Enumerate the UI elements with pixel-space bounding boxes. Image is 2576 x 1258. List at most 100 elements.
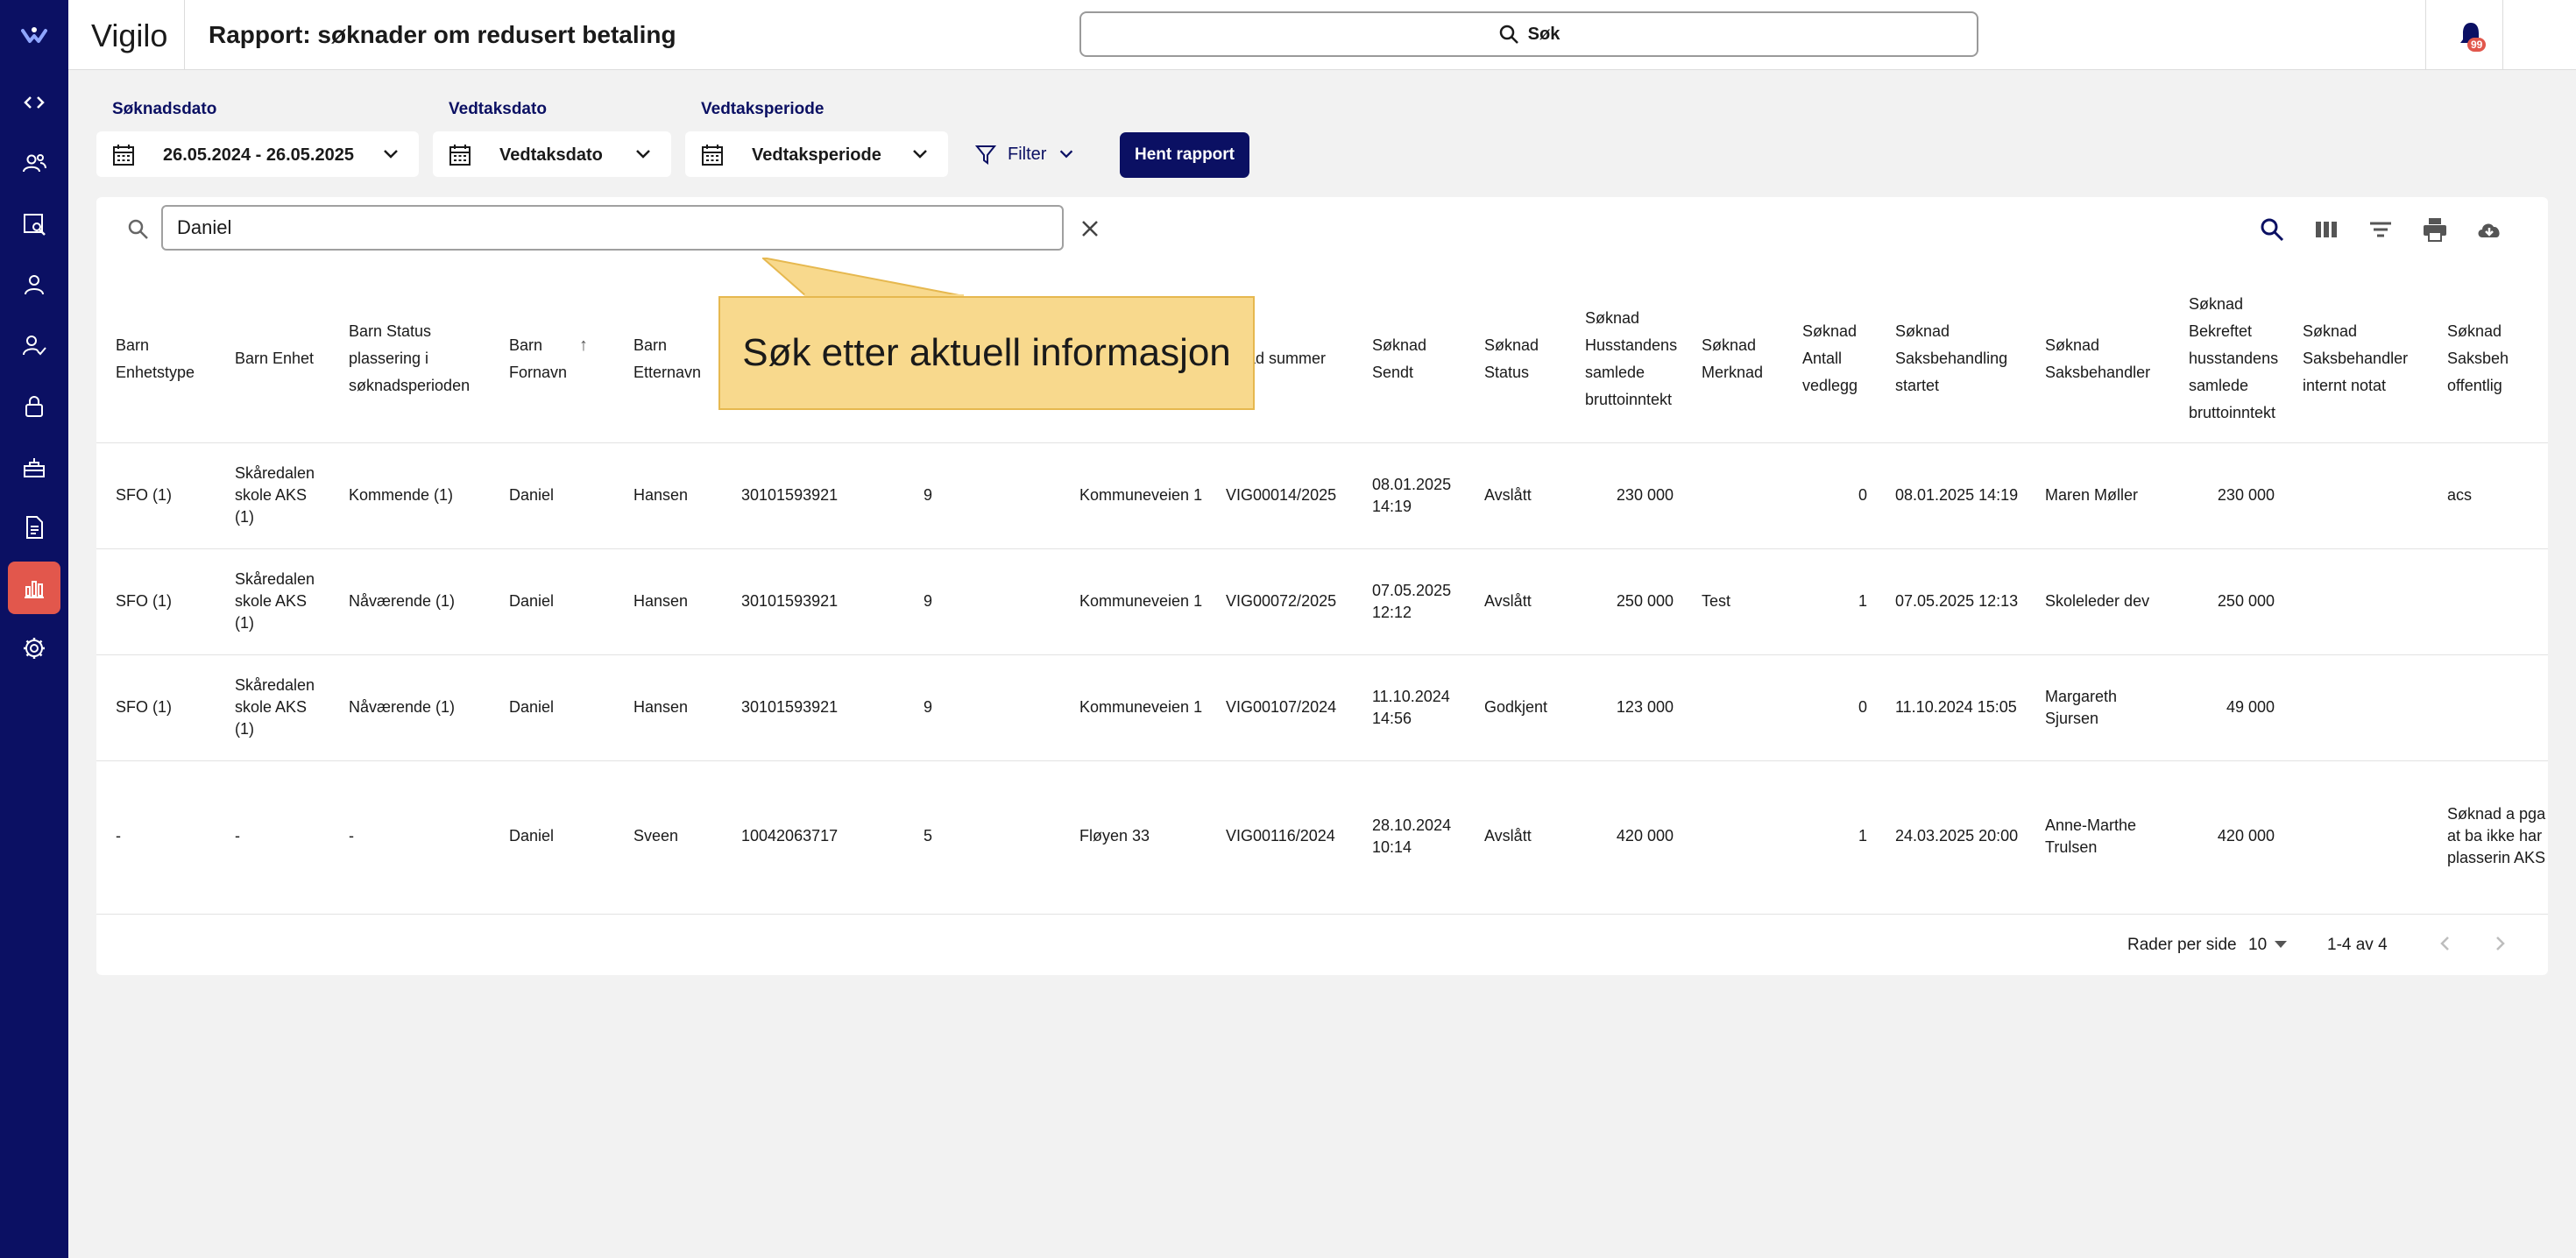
chevron-left-icon[interactable] bbox=[2432, 930, 2459, 957]
person-icon[interactable] bbox=[17, 267, 52, 302]
table-cell: 250 000 bbox=[2169, 548, 2283, 654]
table-row[interactable]: SFO (1) Skåredalen skole AKS (1) Nåværen… bbox=[96, 654, 2548, 760]
column-header[interactable]: Barn Etternavn bbox=[614, 276, 722, 442]
soknadsdato-select[interactable]: 26.05.2024 - 26.05.2025 bbox=[96, 131, 419, 177]
table-cell: Skåredalen skole AKS (1) bbox=[216, 654, 329, 760]
column-header[interactable]: Søknad Saksbeh offentlig bbox=[2428, 276, 2548, 442]
document-icon[interactable] bbox=[17, 510, 52, 545]
report-table: Barn Enhetstype Barn Enhet Barn Status p… bbox=[96, 276, 2548, 912]
search-icon[interactable] bbox=[2257, 215, 2287, 244]
lunchbox-icon[interactable] bbox=[17, 449, 52, 484]
table-cell: Anne-Marthe Trulsen bbox=[2026, 760, 2169, 912]
chevron-down-icon bbox=[636, 150, 650, 159]
global-search-label: Søk bbox=[1527, 24, 1560, 44]
soknadsdato-label: Søknadsdato bbox=[112, 100, 217, 118]
table-cell: Margareth Sjursen bbox=[2026, 654, 2169, 760]
person-check-icon[interactable] bbox=[17, 328, 52, 363]
table-cell: Daniel bbox=[490, 442, 614, 548]
table-cell: VIG00014/2025 bbox=[1207, 442, 1353, 548]
table-cell bbox=[2283, 654, 2428, 760]
table-row[interactable]: SFO (1) Skåredalen skole AKS (1) Nåværen… bbox=[96, 548, 2548, 654]
column-header[interactable]: Søknad Husstandens samlede bruttoinntekt bbox=[1566, 276, 1682, 442]
cloud-download-icon[interactable] bbox=[2474, 215, 2504, 244]
table-cell: Hansen bbox=[614, 654, 722, 760]
table-row[interactable]: SFO (1) Skåredalen skole AKS (1) Kommend… bbox=[96, 442, 2548, 548]
table-cell: Avslått bbox=[1465, 548, 1566, 654]
column-header[interactable]: Barn Enhetstype bbox=[96, 276, 216, 442]
column-header[interactable]: Søknad Saksbehandling startet bbox=[1876, 276, 2026, 442]
column-header-sorted[interactable]: Barn Fornavn ↑ bbox=[490, 276, 614, 442]
filter-list-icon[interactable] bbox=[2366, 215, 2396, 244]
table-cell: 9 bbox=[904, 548, 1060, 654]
rows-per-page-select[interactable]: 10 bbox=[2248, 936, 2267, 955]
close-icon[interactable] bbox=[1078, 216, 1102, 241]
table-cell: Avslått bbox=[1465, 442, 1566, 548]
table-cell: 07.05.2025 12:12 bbox=[1353, 548, 1465, 654]
table-cell: 07.05.2025 12:13 bbox=[1876, 548, 2026, 654]
table-cell: Godkjent bbox=[1465, 654, 1566, 760]
table-cell: Skoleleder dev bbox=[2026, 548, 2169, 654]
vedtaksperiode-label: Vedtaksperiode bbox=[701, 100, 824, 118]
column-header[interactable]: Søknad Bekreftet husstandens samlede bru… bbox=[2169, 276, 2283, 442]
table-cell: Søknad a pga at ba ikke har plasserin AK… bbox=[2428, 760, 2548, 912]
filter-button[interactable]: Filter bbox=[974, 131, 1076, 177]
column-header[interactable]: Barn Status plassering i søknadsperioden bbox=[329, 276, 490, 442]
table-cell: 230 000 bbox=[1566, 442, 1682, 548]
table-cell: 08.01.2025 14:19 bbox=[1876, 442, 2026, 548]
table-cell: 49 000 bbox=[2169, 654, 2283, 760]
hent-rapport-button[interactable]: Hent rapport bbox=[1120, 132, 1249, 178]
global-search-button[interactable]: Søk bbox=[1079, 11, 1978, 57]
report-card: Barn Enhetstype Barn Enhet Barn Status p… bbox=[96, 197, 2548, 975]
table-cell: 230 000 bbox=[2169, 442, 2283, 548]
table-cell: 0 bbox=[1783, 442, 1876, 548]
caret-down-icon[interactable] bbox=[2275, 941, 2287, 948]
table-cell: 420 000 bbox=[2169, 760, 2283, 912]
table-pagination: Rader per side 10 1-4 av 4 bbox=[96, 914, 2548, 975]
column-header[interactable]: Søknad Sendt bbox=[1353, 276, 1465, 442]
column-header[interactable]: Søknad Merknad bbox=[1682, 276, 1783, 442]
divider bbox=[184, 0, 185, 70]
column-header[interactable]: Søknad Status bbox=[1465, 276, 1566, 442]
table-cell: Maren Møller bbox=[2026, 442, 2169, 548]
chevron-right-icon[interactable] bbox=[2487, 930, 2513, 957]
filter-label: Filter bbox=[1008, 144, 1047, 164]
table-cell bbox=[2283, 760, 2428, 912]
table-cell: 1 bbox=[1783, 760, 1876, 912]
table-cell: - bbox=[216, 760, 329, 912]
calendar-icon bbox=[449, 145, 471, 166]
table-cell: Nåværende (1) bbox=[329, 548, 490, 654]
chevron-down-icon bbox=[1060, 150, 1073, 159]
column-header[interactable]: Søknad Antall vedlegg bbox=[1783, 276, 1876, 442]
table-cell: Hansen bbox=[614, 442, 722, 548]
group-icon[interactable] bbox=[17, 145, 52, 180]
columns-icon[interactable] bbox=[2311, 215, 2341, 244]
vedtaksperiode-select[interactable]: Vedtaksperiode bbox=[685, 131, 948, 177]
column-header[interactable]: Søknad Saksbehandler bbox=[2026, 276, 2169, 442]
chevron-down-icon bbox=[913, 150, 927, 159]
table-cell bbox=[2283, 548, 2428, 654]
table-cell bbox=[1682, 654, 1783, 760]
gear-icon[interactable] bbox=[17, 631, 52, 666]
report-chart-icon[interactable] bbox=[8, 562, 60, 614]
lock-icon[interactable] bbox=[17, 389, 52, 424]
table-cell: 30101593921 bbox=[722, 654, 904, 760]
table-cell: Fløyen 33 bbox=[1060, 760, 1207, 912]
vedtaksdato-select[interactable]: Vedtaksdato bbox=[433, 131, 671, 177]
table-cell: 5 bbox=[904, 760, 1060, 912]
column-header[interactable]: Barn Enhet bbox=[216, 276, 329, 442]
table-search-input[interactable] bbox=[161, 205, 1064, 251]
table-row[interactable]: - - - Daniel Sveen 10042063717 5 Fløyen … bbox=[96, 760, 2548, 912]
sort-arrow-up-icon[interactable]: ↑ bbox=[579, 332, 588, 359]
column-header-label: Barn Fornavn bbox=[509, 336, 568, 381]
vigilo-logo-icon[interactable] bbox=[17, 18, 52, 53]
table-cell: 420 000 bbox=[1566, 760, 1682, 912]
column-header[interactable]: Søknad Saksbehandler internt notat bbox=[2283, 276, 2428, 442]
table-cell: 08.01.2025 14:19 bbox=[1353, 442, 1465, 548]
print-icon[interactable] bbox=[2420, 215, 2450, 244]
brand-logo[interactable]: Vigilo bbox=[91, 18, 167, 54]
divider bbox=[2502, 0, 2503, 70]
code-icon[interactable] bbox=[17, 85, 52, 120]
table-cell: Kommende (1) bbox=[329, 442, 490, 548]
page-title: Rapport: søknader om redusert betaling bbox=[209, 21, 676, 48]
image-search-icon[interactable] bbox=[17, 207, 52, 242]
